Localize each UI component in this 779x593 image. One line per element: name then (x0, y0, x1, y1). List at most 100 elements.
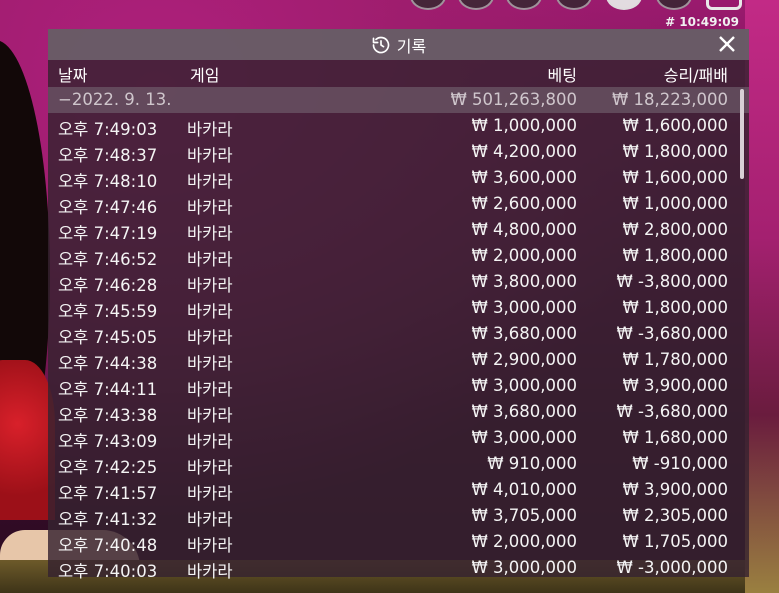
row-winloss: ₩ 1,800,000 (622, 298, 728, 317)
row-time: 오후 7:43:09 (58, 432, 158, 451)
row-game: 바카라 (187, 380, 233, 399)
row-winloss: ₩ 1,600,000 (622, 116, 728, 135)
row-bet: ₩ 4,200,000 (471, 142, 577, 161)
row-time: 오후 7:48:10 (58, 172, 158, 191)
row-winloss: ₩ 1,705,000 (622, 532, 728, 551)
history-row[interactable]: 오후 7:40:48 바카라 ₩ 2,000,000 ₩ 1,705,000 (48, 529, 749, 555)
row-winloss: ₩ 3,900,000 (622, 376, 728, 395)
history-row[interactable]: 오후 7:45:59 바카라 ₩ 3,000,000 ₩ 1,800,000 (48, 295, 749, 321)
history-row[interactable]: 오후 7:49:03 바카라 ₩ 1,000,000 ₩ 1,600,000 (48, 113, 749, 139)
row-game: 바카라 (187, 302, 233, 321)
row-time: 오후 7:49:03 (58, 120, 158, 139)
history-row[interactable]: 오후 7:44:38 바카라 ₩ 2,900,000 ₩ 1,780,000 (48, 347, 749, 373)
row-time: 오후 7:46:52 (58, 250, 158, 269)
fullscreen-icon[interactable] (706, 0, 742, 10)
panel-title-text: 기록 (396, 36, 427, 56)
row-game: 바카라 (187, 458, 233, 477)
row-bet: ₩ 2,000,000 (471, 246, 577, 265)
row-winloss: ₩ 1,680,000 (622, 428, 728, 447)
row-bet: ₩ 3,000,000 (471, 376, 577, 395)
control-button-4[interactable] (556, 0, 592, 10)
row-game: 바카라 (187, 328, 233, 347)
close-icon[interactable] (717, 34, 737, 54)
row-time: 오후 7:44:38 (58, 354, 158, 373)
control-button-1[interactable] (410, 0, 446, 10)
column-header-date: 날짜 (58, 66, 88, 85)
history-row[interactable]: 오후 7:45:05 바카라 ₩ 3,680,000 ₩ -3,680,000 (48, 321, 749, 347)
group-winloss-total: ₩ 18,223,000 (611, 90, 728, 109)
group-date: −2022. 9. 13. (58, 90, 172, 109)
row-game: 바카라 (187, 484, 233, 503)
row-game: 바카라 (187, 536, 233, 555)
row-game: 바카라 (187, 510, 233, 529)
row-winloss: ₩ -3,000,000 (616, 558, 729, 577)
row-bet: ₩ 2,900,000 (471, 350, 577, 369)
control-button-3[interactable] (506, 0, 542, 10)
row-game: 바카라 (187, 354, 233, 373)
row-game: 바카라 (187, 172, 233, 191)
right-backdrop (745, 0, 779, 593)
history-row[interactable]: 오후 7:41:57 바카라 ₩ 4,010,000 ₩ 3,900,000 (48, 477, 749, 503)
history-row[interactable]: 오후 7:41:32 바카라 ₩ 3,705,000 ₩ 2,305,000 (48, 503, 749, 529)
row-winloss: ₩ 1,800,000 (622, 142, 728, 161)
history-row[interactable]: 오후 7:46:52 바카라 ₩ 2,000,000 ₩ 1,800,000 (48, 243, 749, 269)
row-game: 바카라 (187, 562, 233, 581)
column-header-bet: 베팅 (547, 66, 577, 85)
history-row[interactable]: 오후 7:43:38 바카라 ₩ 3,680,000 ₩ -3,680,000 (48, 399, 749, 425)
row-game: 바카라 (187, 120, 233, 139)
row-game: 바카라 (187, 224, 233, 243)
row-time: 오후 7:47:19 (58, 224, 158, 243)
row-bet: ₩ 910,000 (487, 454, 577, 473)
control-button-6[interactable] (656, 0, 692, 10)
history-list: −2022. 9. 13. ₩ 501,263,800 ₩ 18,223,000… (48, 87, 749, 581)
date-group-row[interactable]: −2022. 9. 13. ₩ 501,263,800 ₩ 18,223,000 (48, 87, 749, 113)
row-game: 바카라 (187, 250, 233, 269)
history-row[interactable]: 오후 7:48:37 바카라 ₩ 4,200,000 ₩ 1,800,000 (48, 139, 749, 165)
row-bet: ₩ 3,800,000 (471, 272, 577, 291)
row-game: 바카라 (187, 406, 233, 425)
row-winloss: ₩ -3,680,000 (616, 402, 729, 421)
column-header-winloss: 승리/패배 (663, 66, 728, 85)
row-bet: ₩ 4,800,000 (471, 220, 577, 239)
clock: # 10:49:09 (665, 15, 739, 29)
settings-button[interactable] (606, 0, 642, 10)
history-row[interactable]: 오후 7:47:46 바카라 ₩ 2,600,000 ₩ 1,000,000 (48, 191, 749, 217)
row-bet: ₩ 3,705,000 (471, 506, 577, 525)
row-time: 오후 7:40:03 (58, 562, 158, 581)
history-row[interactable]: 오후 7:44:11 바카라 ₩ 3,000,000 ₩ 3,900,000 (48, 373, 749, 399)
history-row[interactable]: 오후 7:43:09 바카라 ₩ 3,000,000 ₩ 1,680,000 (48, 425, 749, 451)
row-game: 바카라 (187, 276, 233, 295)
row-winloss: ₩ 1,780,000 (622, 350, 728, 369)
history-row[interactable]: 오후 7:46:28 바카라 ₩ 3,800,000 ₩ -3,800,000 (48, 269, 749, 295)
row-bet: ₩ 4,010,000 (471, 480, 577, 499)
history-panel: 기록 날짜 게임 베팅 승리/패배 −2022. 9. 13. ₩ 501,26… (48, 29, 749, 581)
row-winloss: ₩ 2,800,000 (622, 220, 728, 239)
row-bet: ₩ 3,680,000 (471, 324, 577, 343)
row-game: 바카라 (187, 432, 233, 451)
history-row[interactable]: 오후 7:42:25 바카라 ₩ 910,000 ₩ -910,000 (48, 451, 749, 477)
row-winloss: ₩ -910,000 (632, 454, 728, 473)
row-winloss: ₩ 1,600,000 (622, 168, 728, 187)
row-bet: ₩ 2,000,000 (471, 532, 577, 551)
row-time: 오후 7:40:48 (58, 536, 158, 555)
column-header-game: 게임 (190, 66, 220, 85)
row-time: 오후 7:45:59 (58, 302, 158, 321)
top-controls (410, 0, 750, 12)
row-bet: ₩ 3,000,000 (471, 298, 577, 317)
history-row[interactable]: 오후 7:48:10 바카라 ₩ 3,600,000 ₩ 1,600,000 (48, 165, 749, 191)
row-bet: ₩ 2,600,000 (471, 194, 577, 213)
control-button-2[interactable] (458, 0, 494, 10)
scrollbar-thumb[interactable] (740, 89, 744, 179)
row-bet: ₩ 3,000,000 (471, 428, 577, 447)
dealer-dress (0, 360, 55, 520)
row-bet: ₩ 3,000,000 (471, 558, 577, 577)
row-winloss: ₩ 2,305,000 (622, 506, 728, 525)
group-bet-total: ₩ 501,263,800 (450, 90, 577, 109)
row-winloss: ₩ -3,680,000 (616, 324, 729, 343)
row-game: 바카라 (187, 198, 233, 217)
row-winloss: ₩ 1,800,000 (622, 246, 728, 265)
history-row[interactable]: 오후 7:47:19 바카라 ₩ 4,800,000 ₩ 2,800,000 (48, 217, 749, 243)
history-row[interactable]: 오후 7:40:03 바카라 ₩ 3,000,000 ₩ -3,000,000 (48, 555, 749, 581)
row-time: 오후 7:48:37 (58, 146, 158, 165)
close-button[interactable] (717, 34, 737, 54)
